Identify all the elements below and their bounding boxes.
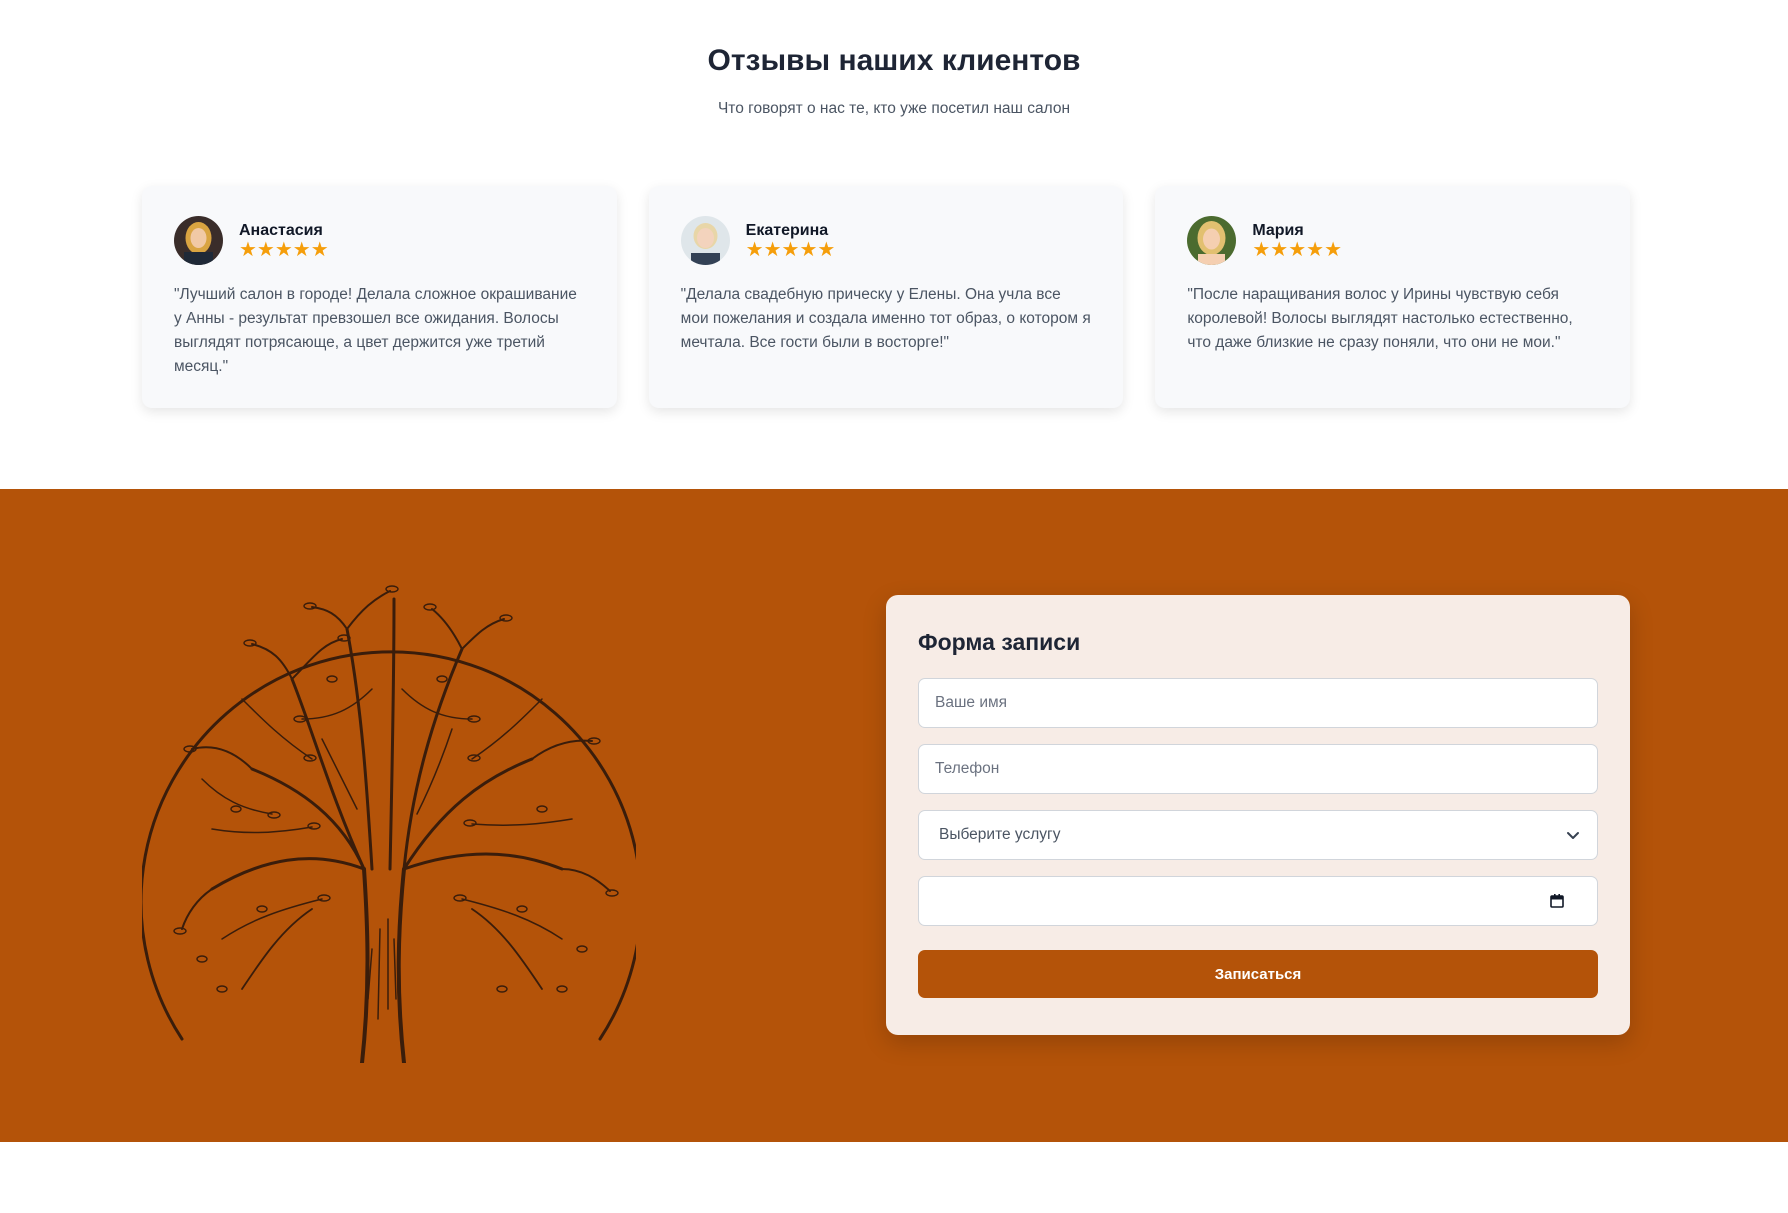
reviews-section: Отзывы наших клиентов Что говорят о нас … (0, 0, 1788, 489)
name-field[interactable] (918, 678, 1598, 728)
avatar (1187, 216, 1237, 265)
booking-section: Форма записи Выберите услугу Записаться (0, 489, 1788, 1142)
form-title: Форма записи (918, 629, 1081, 655)
reviews-title: Отзывы наших клиентов (707, 44, 1081, 77)
booking-form: Форма записи Выберите услугу Записаться (886, 595, 1630, 1035)
reviewer-name: Екатерина (745, 221, 829, 239)
review-text: "Лучший салон в городе! Делала сложное о… (174, 286, 577, 375)
service-select-value: Выберите услугу (939, 826, 1061, 843)
review-cards: Анастасия ★★★★★ "Лучший салон в городе! … (142, 186, 1631, 408)
avatar (174, 216, 223, 265)
review-card: Мария ★★★★★ "После наращивания волос у И… (1155, 186, 1631, 408)
rating-stars: ★★★★★ (1252, 238, 1342, 261)
reviewer-name: Мария (1252, 221, 1304, 239)
submit-button[interactable]: Записаться (918, 950, 1598, 998)
avatar (680, 216, 730, 265)
review-card: Анастасия ★★★★★ "Лучший салон в городе! … (142, 186, 617, 408)
reviews-subtitle: Что говорят о нас те, кто уже посетил на… (717, 100, 1071, 117)
chevron-down-icon (1567, 832, 1579, 839)
review-text: "После наращивания волос у Ирины чувству… (1187, 286, 1573, 351)
rating-stars: ★★★★★ (239, 238, 329, 261)
tree-illustration (142, 569, 636, 1063)
phone-field[interactable] (918, 744, 1598, 794)
reviewer-name: Анастасия (239, 221, 323, 239)
rating-stars: ★★★★★ (745, 238, 836, 261)
calendar-icon[interactable] (1549, 893, 1565, 909)
review-text: "Делала свадебную прическу у Елены. Она … (680, 286, 1091, 351)
review-card: Екатерина ★★★★★ "Делала свадебную причес… (648, 186, 1124, 408)
service-select[interactable]: Выберите услугу (918, 810, 1598, 860)
date-field[interactable] (918, 876, 1598, 926)
